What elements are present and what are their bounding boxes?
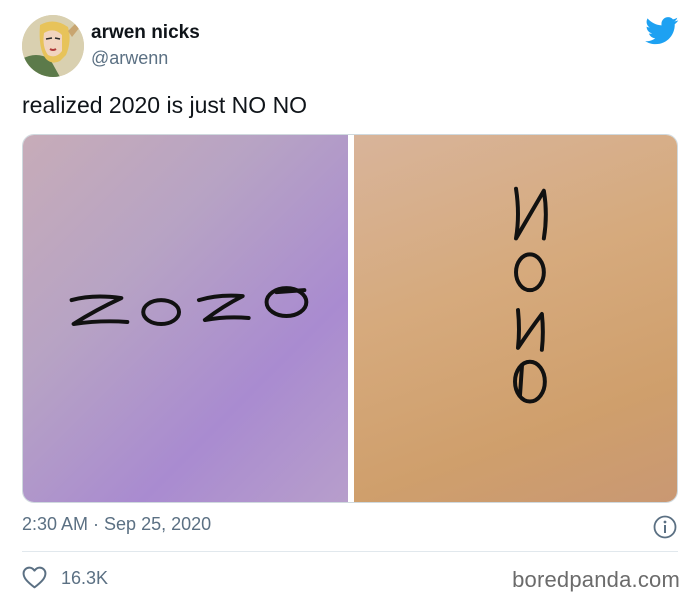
photo-vertical-2020[interactable] [354, 135, 677, 502]
info-icon[interactable] [653, 515, 677, 539]
watermark: boredpanda.com [512, 567, 680, 592]
like-count[interactable]: 16.3K [61, 568, 108, 589]
photo-horizontal-2020[interactable] [23, 135, 348, 502]
handwritten-2020-horizontal [69, 286, 309, 326]
heart-icon[interactable] [22, 566, 47, 589]
avatar[interactable] [22, 15, 84, 77]
handwritten-2020-vertical [513, 186, 548, 404]
author-name[interactable]: arwen nicks [91, 22, 200, 44]
author-handle[interactable]: @arwenn [91, 48, 168, 69]
tweet-media[interactable] [22, 134, 678, 503]
tweet-timestamp[interactable]: 2:30 AM · Sep 25, 2020 [22, 514, 211, 535]
divider [22, 551, 678, 552]
twitter-bird-icon[interactable] [645, 17, 679, 45]
tweet-text: realized 2020 is just NO NO [22, 92, 308, 118]
